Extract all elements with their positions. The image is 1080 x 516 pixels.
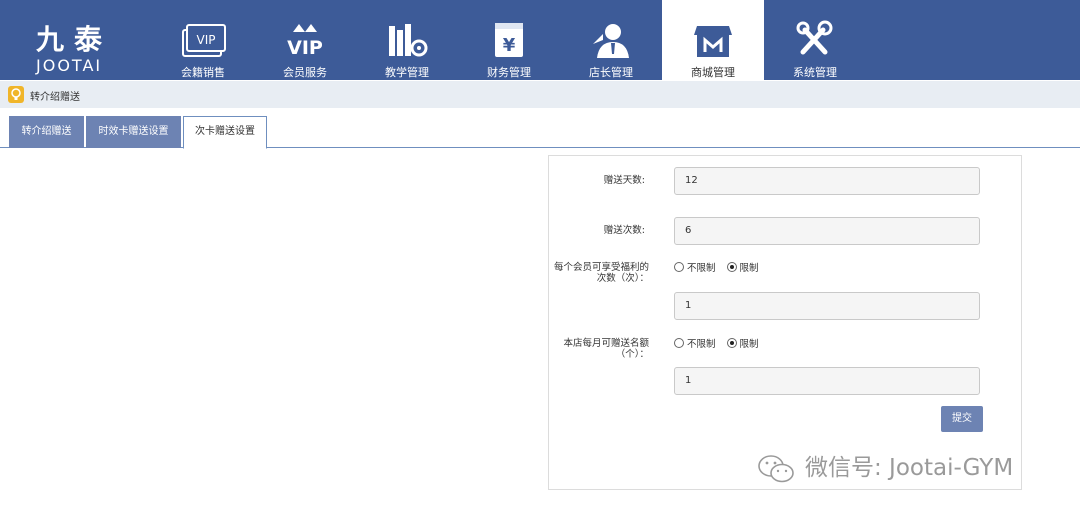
- store-quota-radio-group: 不限制 限制: [674, 336, 767, 350]
- manager-icon: [593, 24, 629, 58]
- nav-item-finance[interactable]: ¥ 财务管理: [458, 0, 560, 80]
- brand-logo: 九泰 JOOTAI: [0, 0, 152, 80]
- vip-card-icon: VIP: [182, 24, 226, 57]
- submit-button[interactable]: 提交: [941, 406, 983, 432]
- svg-text:VIP: VIP: [197, 33, 216, 47]
- gift-times-label: 赠送次数:: [603, 225, 645, 236]
- radio-unchecked-icon: [674, 262, 684, 272]
- shop-icon: [694, 26, 732, 57]
- member-limit-input[interactable]: 1: [674, 292, 980, 320]
- tab-referral-gift[interactable]: 转介绍赠送: [9, 116, 84, 148]
- nav-label: 会籍销售: [181, 66, 225, 79]
- nav-label: 店长管理: [589, 66, 633, 79]
- radio-label: 不限制: [687, 339, 716, 350]
- radio-label: 不限制: [687, 263, 716, 274]
- nav-label: 教学管理: [385, 66, 429, 79]
- nav-label: 财务管理: [487, 66, 531, 79]
- store-quota-unlimited-option[interactable]: 不限制: [674, 336, 716, 350]
- nav-item-system[interactable]: 系统管理: [764, 0, 866, 80]
- member-limit-limited-option[interactable]: 限制: [726, 260, 759, 274]
- tab-bar: 转介绍赠送 时效卡赠送设置 次卡赠送设置: [0, 108, 1080, 149]
- tab-count-card-gift-settings[interactable]: 次卡赠送设置: [183, 116, 267, 149]
- store-quota-limited-option[interactable]: 限制: [726, 336, 759, 350]
- store-quota-input[interactable]: 1: [674, 367, 980, 395]
- gift-times-input[interactable]: 6: [674, 217, 980, 245]
- member-limit-label: 每个会员可享受福利的 次数（次）：: [549, 262, 649, 284]
- nav-item-teaching[interactable]: 教学管理: [356, 0, 458, 80]
- nav-label: 系统管理: [793, 66, 837, 79]
- breadcrumb-label: 转介绍赠送: [30, 92, 80, 103]
- store-quota-label-line2: （个）：: [615, 349, 649, 360]
- tools-icon: [796, 20, 833, 55]
- radio-label: 限制: [739, 263, 759, 274]
- yen-box-icon: ¥: [495, 23, 523, 57]
- store-quota-label: 本店每月可赠送名额 （个）：: [549, 338, 649, 360]
- store-quota-label-line1: 本店每月可赠送名额: [563, 338, 649, 349]
- logo-chinese: 九泰: [36, 23, 113, 56]
- nav-label: 会员服务: [283, 66, 327, 79]
- bulb-icon: [8, 86, 24, 103]
- nav-item-mall[interactable]: 商城管理: [662, 0, 764, 80]
- radio-unchecked-icon: [674, 338, 684, 348]
- radio-label: 限制: [739, 339, 759, 350]
- books-gear-icon: [389, 24, 428, 57]
- member-limit-label-line2: 次数（次）：: [596, 273, 649, 284]
- wechat-icon: [758, 455, 794, 483]
- top-navigation: 九泰 JOOTAI VIP 会籍销售 VIP 会员服务 教学管理 ¥ 财务管理 …: [0, 0, 1080, 80]
- vip-crown-icon: VIP: [287, 24, 323, 59]
- breadcrumb: 转介绍赠送: [0, 81, 1080, 108]
- gift-days-label: 赠送天数:: [603, 175, 645, 186]
- member-limit-label-line1: 每个会员可享受福利的: [553, 262, 649, 273]
- member-limit-radio-group: 不限制 限制: [674, 260, 767, 274]
- nav-item-member-service[interactable]: VIP 会员服务: [254, 0, 356, 80]
- gift-days-input[interactable]: 12: [674, 167, 980, 195]
- svg-text:VIP: VIP: [287, 37, 323, 59]
- logo-english: JOOTAI: [36, 56, 103, 75]
- nav-label: 商城管理: [691, 66, 735, 79]
- svg-text:¥: ¥: [503, 35, 516, 56]
- member-limit-unlimited-option[interactable]: 不限制: [674, 260, 716, 274]
- gift-settings-form: 赠送天数: 12 赠送次数: 6 每个会员可享受福利的 次数（次）： 不限制 限…: [548, 155, 1022, 490]
- nav-item-store-manager[interactable]: 店长管理: [560, 0, 662, 80]
- radio-checked-icon: [726, 338, 737, 348]
- watermark-text: 微信号: Jootai-GYM: [805, 455, 1014, 481]
- nav-item-membership-sales[interactable]: VIP 会籍销售: [152, 0, 254, 80]
- radio-checked-icon: [726, 262, 737, 272]
- tab-time-card-gift-settings[interactable]: 时效卡赠送设置: [86, 116, 181, 148]
